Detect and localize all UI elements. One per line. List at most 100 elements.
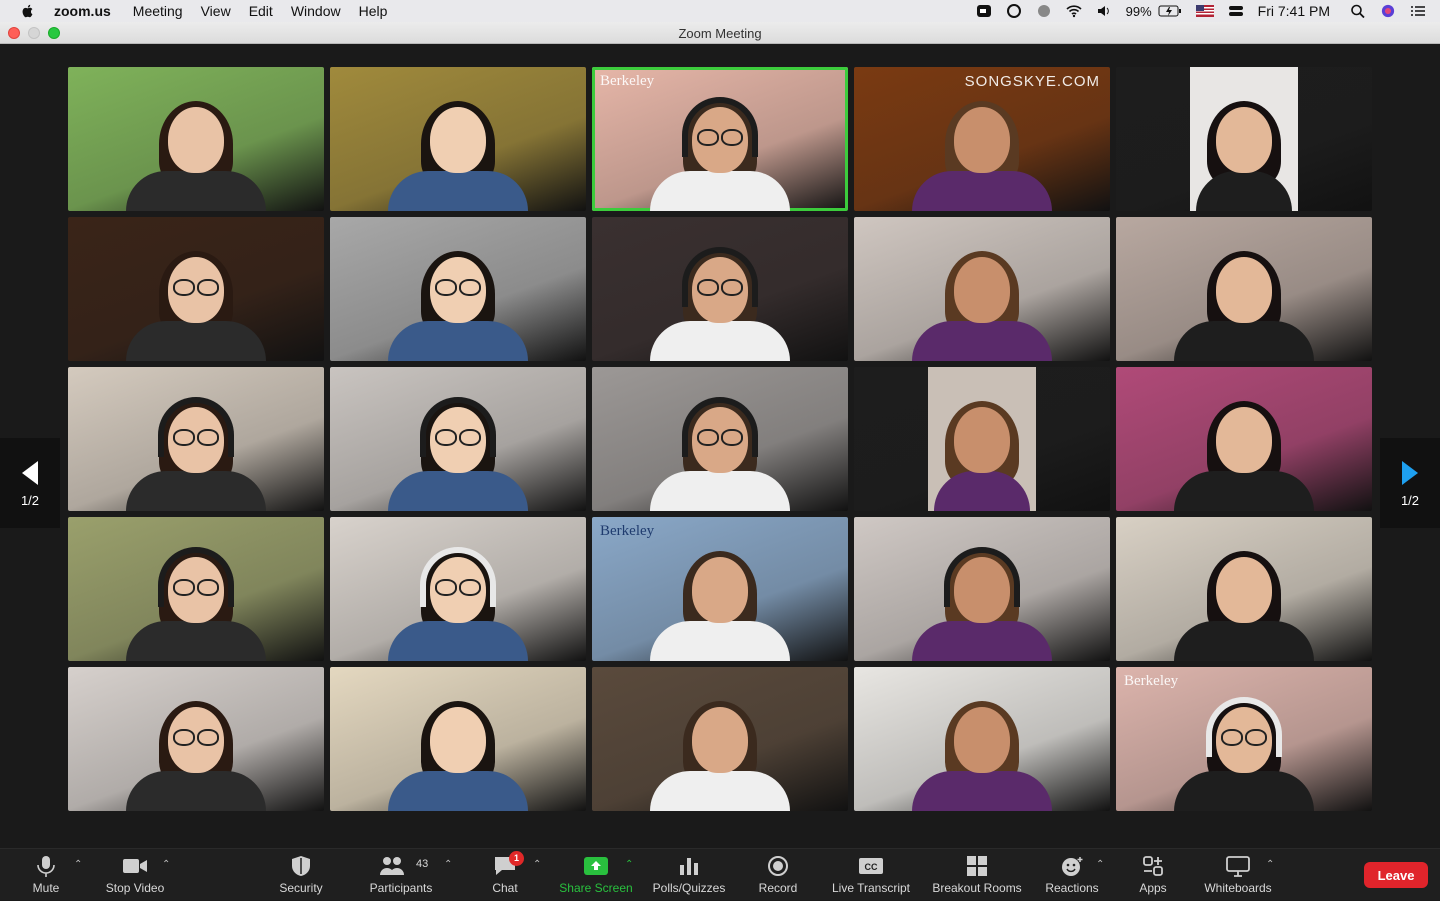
participant-video-tile[interactable] [592, 667, 848, 811]
participant-video-tile[interactable] [68, 667, 324, 811]
participant-headphones [1206, 697, 1282, 757]
participant-video-tile[interactable] [592, 217, 848, 361]
whiteboards-options-chevron-icon[interactable]: ⌃ [1266, 859, 1276, 870]
breakout-rooms-button[interactable]: Breakout Rooms [928, 849, 1026, 901]
participant-face [692, 707, 748, 773]
participant-video-tile[interactable]: Berkeley [1116, 667, 1372, 811]
participant-shoulders [934, 471, 1030, 511]
record-label: Record [758, 881, 798, 895]
participant-video-tile[interactable] [854, 367, 1110, 511]
apple-icon[interactable] [20, 3, 36, 19]
apps-label: Apps [1139, 881, 1167, 895]
globe-icon[interactable] [1036, 4, 1052, 18]
reactions-options-chevron-icon[interactable]: ⌃ [1096, 859, 1106, 870]
menu-window[interactable]: Window [291, 3, 341, 19]
us-flag-icon[interactable] [1195, 4, 1214, 18]
polls-quizzes-label: Polls/Quizzes [652, 881, 726, 895]
menu-app-name[interactable]: zoom.us [54, 3, 111, 19]
participant-video-tile[interactable] [854, 217, 1110, 361]
participant-shoulders [650, 621, 790, 661]
wifi-icon[interactable] [1066, 4, 1082, 18]
share-screen-icon [584, 857, 608, 875]
next-page-label: 1/2 [1400, 492, 1420, 508]
participant-video-tile[interactable] [1116, 217, 1372, 361]
participant-shoulders [912, 171, 1052, 211]
mute-button[interactable]: Mute [28, 849, 64, 901]
participant-headphones [420, 397, 496, 457]
chat-options-chevron-icon[interactable]: ⌃ [533, 859, 543, 870]
participant-shoulders [1174, 471, 1314, 511]
siri-icon[interactable] [1380, 4, 1396, 18]
participant-video-tile[interactable] [68, 217, 324, 361]
zoom-status-icon[interactable] [976, 4, 992, 18]
menu-edit[interactable]: Edit [249, 3, 273, 19]
menubar-clock[interactable]: Fri 7:41 PM [1258, 3, 1330, 19]
battery-icon[interactable] [1158, 4, 1182, 18]
participant-video-tile[interactable] [330, 217, 586, 361]
record-button[interactable]: Record [756, 849, 800, 901]
spotlight-search-icon[interactable] [1350, 4, 1366, 18]
participant-video-tile[interactable] [1116, 517, 1372, 661]
menu-help[interactable]: Help [359, 3, 388, 19]
participant-shoulders [388, 621, 528, 661]
participant-video-tile[interactable] [1116, 367, 1372, 511]
participant-video-tile[interactable] [68, 367, 324, 511]
control-center-icon[interactable] [1228, 4, 1244, 18]
participants-label: Participants [369, 881, 433, 895]
reactions-button[interactable]: Reactions [1041, 849, 1103, 901]
participant-video-feed [330, 517, 586, 661]
participant-video-tile[interactable] [854, 517, 1110, 661]
participant-shoulders [126, 171, 266, 211]
share-screen-button[interactable]: Share Screen [556, 849, 636, 901]
participant-shoulders [388, 171, 528, 211]
participant-video-tile[interactable] [330, 517, 586, 661]
whiteboards-button[interactable]: Whiteboards [1200, 849, 1276, 901]
participant-video-feed [1116, 367, 1372, 511]
participant-video-tile[interactable]: SONGSKYE.COM [854, 67, 1110, 211]
audio-options-chevron-icon[interactable]: ⌃ [74, 859, 84, 870]
participant-face [168, 107, 224, 173]
participant-headphones [682, 247, 758, 307]
creative-cloud-icon[interactable] [1006, 4, 1022, 18]
participants-icon [380, 857, 404, 875]
participant-video-tile[interactable] [330, 367, 586, 511]
share-options-chevron-icon[interactable]: ⌃ [625, 859, 635, 870]
notification-center-icon[interactable] [1410, 4, 1426, 18]
live-transcript-button[interactable]: CC Live Transcript [826, 849, 916, 901]
previous-page-button[interactable]: 1/2 [0, 438, 60, 528]
menu-view[interactable]: View [201, 3, 231, 19]
share-screen-label: Share Screen [559, 881, 633, 895]
participant-video-tile[interactable]: Berkeley [592, 517, 848, 661]
participant-headphones [682, 397, 758, 457]
apps-button[interactable]: Apps [1134, 849, 1172, 901]
participant-video-tile[interactable] [330, 67, 586, 211]
polls-chart-icon [680, 858, 698, 875]
security-button[interactable]: Security [272, 849, 330, 901]
participant-video-tile[interactable] [592, 367, 848, 511]
participant-video-tile[interactable] [854, 667, 1110, 811]
participant-video-feed [68, 517, 324, 661]
leave-meeting-button[interactable]: Leave [1364, 862, 1428, 888]
participant-video-tile[interactable] [330, 667, 586, 811]
chat-label: Chat [492, 881, 518, 895]
chat-button[interactable]: 1 Chat [488, 849, 524, 901]
participants-button[interactable]: 43 Participants [364, 849, 438, 901]
participant-video-tile[interactable] [68, 67, 324, 211]
video-options-chevron-icon[interactable]: ⌃ [162, 859, 172, 870]
polls-quizzes-button[interactable]: Polls/Quizzes [648, 849, 730, 901]
participant-video-tile[interactable] [1116, 67, 1372, 211]
next-page-button[interactable]: 1/2 [1380, 438, 1440, 528]
breakout-rooms-icon [967, 856, 987, 876]
volume-icon[interactable] [1096, 4, 1112, 18]
participant-shoulders [1174, 321, 1314, 361]
participant-video-feed [68, 217, 324, 361]
record-icon [768, 856, 788, 876]
participant-video-feed [1116, 517, 1372, 661]
participant-video-tile[interactable] [68, 517, 324, 661]
participants-options-chevron-icon[interactable]: ⌃ [444, 859, 454, 870]
participant-video-feed [68, 67, 324, 211]
menu-meeting[interactable]: Meeting [133, 3, 183, 19]
stop-video-button[interactable]: Stop Video [100, 849, 170, 901]
closed-caption-icon: CC [859, 858, 883, 874]
participant-video-tile[interactable]: Berkeley [592, 67, 848, 211]
